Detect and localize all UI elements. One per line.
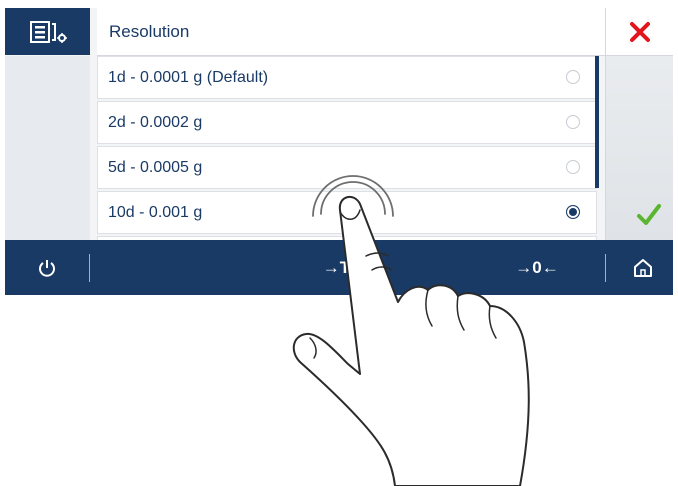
option-row-2d[interactable]: 2d - 0.0002 g [97, 101, 597, 144]
option-label: 1d - 0.0001 g (Default) [108, 69, 269, 86]
option-label: 2d - 0.0002 g [108, 114, 203, 131]
list-scrollbar[interactable] [595, 56, 599, 188]
option-row-5d[interactable]: 5d - 0.0005 g [97, 146, 597, 189]
tare-button[interactable]: →T← [305, 240, 385, 295]
checkmark-icon [637, 204, 661, 225]
tare-label: →T← [322, 257, 368, 277]
cancel-button[interactable] [605, 8, 673, 56]
bottom-toolbar: →T← →0← [5, 240, 673, 295]
title-bar: Resolution [97, 8, 605, 56]
home-button[interactable] [613, 240, 673, 295]
page-title: Resolution [109, 22, 190, 41]
settings-menu-button[interactable] [5, 8, 90, 55]
home-icon [634, 258, 652, 277]
power-button[interactable] [5, 240, 89, 295]
option-row-10d[interactable]: 10d - 0.001 g [97, 191, 597, 234]
resolution-option-list: 1d - 0.0001 g (Default) 2d - 0.0002 g 5d… [97, 56, 597, 240]
instrument-screen: Resolution 1d - 0.0001 g (Default) 2d - … [5, 8, 673, 295]
option-row-1d[interactable]: 1d - 0.0001 g (Default) [97, 56, 597, 99]
close-icon [630, 21, 650, 42]
zero-button[interactable]: →0← [497, 240, 577, 295]
option-label: 10d - 0.001 g [108, 204, 203, 221]
zero-label: →0← [515, 257, 559, 277]
ok-button[interactable] [635, 201, 663, 229]
left-panel [5, 56, 90, 240]
option-label: 5d - 0.0005 g [108, 159, 203, 176]
option-radio[interactable] [566, 115, 580, 129]
power-icon [39, 259, 55, 277]
toolbar-divider [605, 254, 606, 282]
option-radio[interactable] [566, 160, 580, 174]
toolbar-divider [89, 254, 90, 282]
settings-list-icon [29, 20, 67, 43]
option-radio-selected[interactable] [566, 205, 580, 219]
option-radio[interactable] [566, 70, 580, 84]
